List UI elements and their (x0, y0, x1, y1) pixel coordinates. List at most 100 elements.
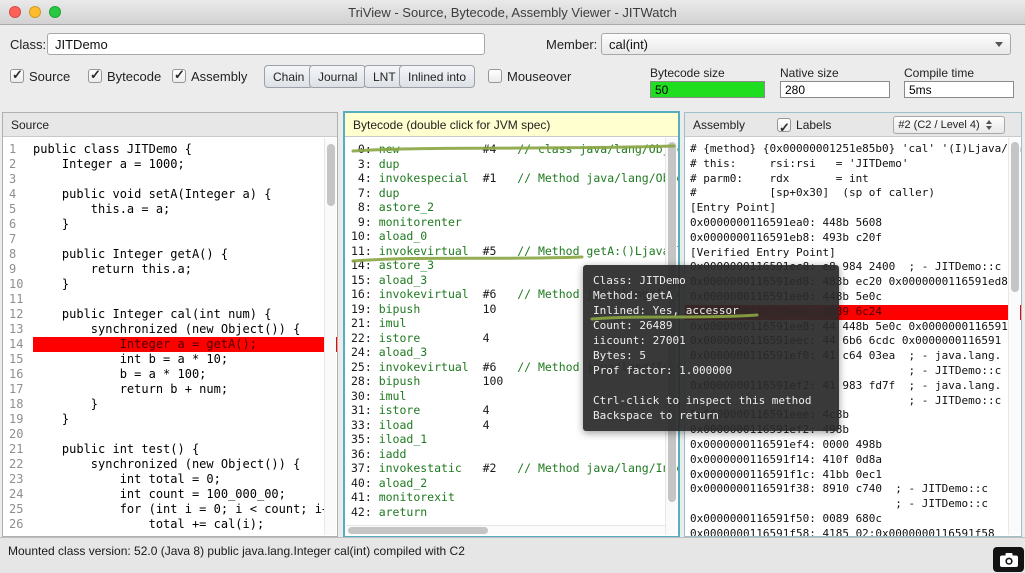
source-line[interactable]: 19 } (3, 412, 337, 427)
bytecode-horizontal-scrollbar[interactable] (346, 525, 665, 535)
source-line-text: public int test() { (33, 442, 337, 457)
assembly-line[interactable]: 0x0000000116591f38: 8910 c740 ; - JITDem… (685, 482, 1021, 497)
assembly-line[interactable]: # this: rsi:rsi = 'JITDemo' (685, 157, 1021, 172)
bytecode-line[interactable]: 37: invokestatic #2 // Method java/lang/… (345, 461, 678, 476)
source-line[interactable]: 2 Integer a = 1000; (3, 157, 337, 172)
line-number: 18 (3, 397, 33, 412)
assembly-panel-title: Assembly (685, 113, 745, 137)
assembly-line[interactable]: # [sp+0x30] (sp of caller) (685, 186, 1021, 201)
tooltip-line: Bytes: 5 (593, 348, 829, 363)
source-line-text: } (33, 412, 337, 427)
source-line-text: synchronized (new Object()) { (33, 322, 337, 337)
bytecode-line[interactable]: 36: iadd (345, 447, 678, 462)
chain-button[interactable]: Chain (264, 65, 313, 88)
source-line[interactable]: 26 total += cal(i); (3, 517, 337, 532)
assembly-line[interactable]: [Verified Entry Point] (685, 246, 1021, 261)
bytecode-hscrollbar-thumb[interactable] (348, 527, 488, 534)
bytecode-line[interactable]: 7: dup (345, 186, 678, 201)
source-line[interactable]: 20 (3, 427, 337, 442)
source-line-text: total += cal(i); (33, 517, 337, 532)
mouseover-checkbox[interactable]: Mouseover (488, 68, 571, 84)
line-number: 4 (3, 187, 33, 202)
bytecode-line[interactable]: 35: iload_1 (345, 432, 678, 447)
bytecode-mnemonic: imul (379, 316, 483, 331)
bytecode-operand (483, 200, 518, 215)
source-line[interactable]: 11 (3, 292, 337, 307)
assembly-vertical-scrollbar[interactable] (1008, 138, 1020, 535)
class-input[interactable] (47, 33, 485, 55)
compiler-select[interactable]: #2 (C2 / Level 4) (893, 116, 1005, 134)
labels-checkbox[interactable]: Labels (777, 117, 831, 133)
assembly-line[interactable]: 0x0000000116591f50: 0089 680c (685, 512, 1021, 527)
journal-button[interactable]: Journal (309, 65, 366, 88)
source-line[interactable]: 12 public Integer cal(int num) { (3, 307, 337, 322)
bytecode-offset: 14: (351, 258, 379, 273)
source-line[interactable]: 8 public Integer getA() { (3, 247, 337, 262)
assembly-line[interactable]: 0x0000000116591f1c: 41bb 0ec1 (685, 468, 1021, 483)
inlined-into-button[interactable]: Inlined into (399, 65, 475, 88)
source-line[interactable]: 9 return this.a; (3, 262, 337, 277)
bytecode-comment: // Method java/lang/Object."<init>":()V (517, 171, 678, 186)
assembly-line[interactable]: # parm0: rdx = int (685, 172, 1021, 187)
source-line[interactable]: 16 b = a * 100; (3, 367, 337, 382)
source-line-text (33, 427, 337, 442)
assembly-line[interactable]: 0x0000000116591ef4: 0000 498b (685, 438, 1021, 453)
assembly-line[interactable]: 0x0000000116591eb8: 493b c20f (685, 231, 1021, 246)
source-line[interactable]: 4 public void setA(Integer a) { (3, 187, 337, 202)
assembly-line[interactable]: ; - JITDemo::c (685, 497, 1021, 512)
assembly-line[interactable]: 0x0000000116591f14: 410f 0d8a (685, 453, 1021, 468)
assembly-scrollbar-thumb[interactable] (1011, 142, 1019, 292)
source-line[interactable]: 17 return b + num; (3, 382, 337, 397)
zoom-button[interactable] (49, 6, 61, 18)
source-line[interactable]: 21 public int test() { (3, 442, 337, 457)
bytecode-offset: 3: (351, 157, 379, 172)
bytecode-line[interactable]: 9: monitorenter (345, 215, 678, 230)
source-line[interactable]: 10 } (3, 277, 337, 292)
source-line[interactable]: 22 synchronized (new Object()) { (3, 457, 337, 472)
source-line[interactable]: 25 for (int i = 0; i < count; i++) { (3, 502, 337, 517)
source-line[interactable]: 24 int count = 100_000_00; (3, 487, 337, 502)
bytecode-line[interactable]: 41: monitorexit (345, 490, 678, 505)
source-panel-header: Source (3, 113, 337, 137)
source-line[interactable]: 18 } (3, 397, 337, 412)
source-line[interactable]: 3 (3, 172, 337, 187)
bytecode-mnemonic: invokevirtual (379, 360, 483, 375)
member-select[interactable]: cal(int) (601, 33, 1011, 55)
source-line-text (33, 292, 337, 307)
bytecode-operand: #4 (483, 142, 518, 157)
bytecode-line[interactable]: 10: aload_0 (345, 229, 678, 244)
source-scrollbar-thumb[interactable] (327, 144, 335, 206)
minimize-button[interactable] (29, 6, 41, 18)
source-line-text: b = a * 100; (33, 367, 337, 382)
bytecode-line[interactable]: 11: invokevirtual #5 // Method getA:()Lj… (345, 244, 678, 259)
compile-time-value: 5ms (904, 81, 1014, 98)
screenshot-camera-button[interactable] (993, 547, 1024, 572)
bytecode-line[interactable]: 4: invokespecial #1 // Method java/lang/… (345, 171, 678, 186)
source-panel-title: Source (3, 113, 49, 137)
bytecode-line[interactable]: 42: areturn (345, 505, 678, 520)
close-button[interactable] (9, 6, 21, 18)
source-checkbox[interactable]: Source (10, 68, 70, 84)
bytecode-line[interactable]: 40: aload_2 (345, 476, 678, 491)
source-line[interactable]: 13 synchronized (new Object()) { (3, 322, 337, 337)
assembly-line[interactable]: # {method} {0x00000001251e85b0} 'cal' '(… (685, 142, 1021, 157)
source-line[interactable]: 1public class JITDemo { (3, 142, 337, 157)
source-line[interactable]: 23 int total = 0; (3, 472, 337, 487)
bytecode-mnemonic: aload_3 (379, 345, 483, 360)
bytecode-checkbox[interactable]: Bytecode (88, 68, 161, 84)
bytecode-line[interactable]: 8: astore_2 (345, 200, 678, 215)
source-line[interactable]: 7 (3, 232, 337, 247)
source-line[interactable]: 15 int b = a * 10; (3, 352, 337, 367)
bytecode-line[interactable]: 3: dup (345, 157, 678, 172)
assembly-line[interactable]: [Entry Point] (685, 201, 1021, 216)
source-code-list[interactable]: 1public class JITDemo {2 Integer a = 100… (3, 137, 337, 536)
source-line[interactable]: 5 this.a = a; (3, 202, 337, 217)
source-vertical-scrollbar[interactable] (324, 138, 336, 535)
bytecode-line[interactable]: 0: new #4 // class java/lang/Object (345, 142, 678, 157)
assembly-checkbox[interactable]: Assembly (172, 68, 247, 84)
tooltip-line: Ctrl-click to inspect this method (593, 393, 829, 408)
source-line[interactable]: 14 Integer a = getA(); (3, 337, 337, 352)
assembly-line[interactable]: 0x0000000116591ea0: 448b 5608 (685, 216, 1021, 231)
source-line[interactable]: 6 } (3, 217, 337, 232)
assembly-line[interactable]: 0x0000000116591f58: 4185 02:0x0000000116… (685, 527, 1021, 536)
